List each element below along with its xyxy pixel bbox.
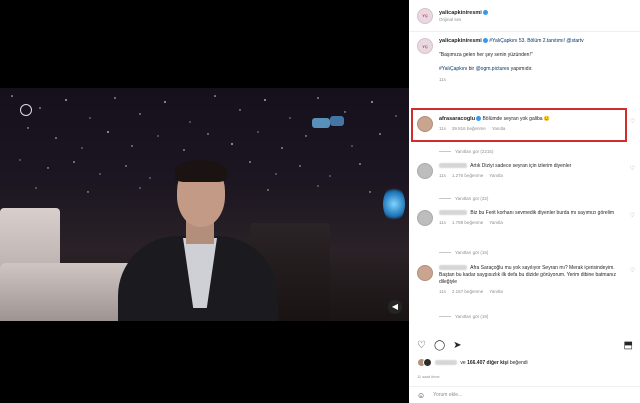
video-player[interactable]: ◀ xyxy=(0,88,409,321)
commenter-avatar[interactable] xyxy=(417,116,433,132)
likes-count[interactable]: 166.407 diğer kişi xyxy=(467,360,508,366)
verified-icon xyxy=(482,38,488,44)
caption-text: bir xyxy=(467,66,476,72)
post-header: YÇ yalicapkiniresmi Orijinal ses xyxy=(409,0,640,32)
commenter-username-blurred[interactable] xyxy=(439,163,467,169)
reply-button[interactable]: Yanıtla xyxy=(489,289,503,294)
profile-avatar[interactable]: YÇ xyxy=(417,38,433,54)
profile-avatar[interactable]: YÇ xyxy=(417,7,433,24)
add-comment-bar: ☺ Yorum ekle... xyxy=(409,386,640,403)
caption-time: 11s xyxy=(439,77,446,82)
hashtag-link[interactable]: #YalıÇapkını xyxy=(439,66,467,72)
comment-text: Artık Diziyi sadece seyran için izlerim … xyxy=(470,163,572,169)
post-time: 11 saat önce xyxy=(417,374,440,379)
view-replies-button[interactable]: Yanıtları gör (2215) xyxy=(439,149,493,154)
post-author-username[interactable]: yalicapkiniresmi xyxy=(439,10,488,16)
cabin-light xyxy=(312,118,330,128)
likes-suffix: beğendi xyxy=(508,359,528,366)
comment-input[interactable]: Yorum ekle... xyxy=(433,392,462,398)
mute-icon[interactable]: ◀ xyxy=(388,300,402,314)
caption: YÇ yalicapkiniresmi #YalıÇapkını 53. Böl… xyxy=(417,38,635,83)
comment-item: Artık Diziyi sadece seyran için izlerim … xyxy=(417,163,637,179)
comment-likes[interactable]: 2.167 beğenme xyxy=(452,289,483,294)
comment-like-icon[interactable]: ♡ xyxy=(630,165,635,172)
blue-light xyxy=(383,186,405,222)
commenter-avatar[interactable] xyxy=(417,210,433,226)
caption-line[interactable]: #YalıÇapkını 53. Bölüm 2.tanıtımı! @star… xyxy=(489,38,583,44)
bookmark-icon[interactable]: ⬒ xyxy=(624,341,633,351)
reply-button[interactable]: Yanıtla xyxy=(489,173,503,178)
reply-button[interactable]: Yanıtla xyxy=(492,126,506,131)
likes-summary: ve 166.407 diğer kişi beğendi xyxy=(417,358,528,367)
caption-username[interactable]: yalicapkiniresmi xyxy=(439,38,482,44)
cabin-light xyxy=(330,116,344,126)
post-actions-bar: ♡ ◯ ➤ ⬒ xyxy=(417,338,637,354)
comment-item: afrasaracoglu Bölümde seyran yok galiba … xyxy=(417,116,637,132)
like-icon[interactable]: ♡ xyxy=(417,341,426,351)
comment-icon[interactable]: ◯ xyxy=(434,341,445,351)
person-hair xyxy=(175,160,227,182)
comment-likes[interactable]: 1.788 beğenme xyxy=(452,220,483,225)
comment-item: Afra Saraçoğlu mu yok sayılıyor Seyran m… xyxy=(417,265,637,295)
post-media[interactable]: ◀ xyxy=(0,0,409,403)
emoji-icon[interactable]: ☺ xyxy=(417,391,425,400)
caption-text: yapımıdır. xyxy=(509,66,533,72)
verified-icon xyxy=(476,116,482,122)
commenter-username-blurred[interactable] xyxy=(439,265,467,271)
view-replies-button[interactable]: Yanıtları gör (15) xyxy=(439,250,488,255)
caption-quote: "Başımıza gelen her şey senin yüzünden!" xyxy=(439,52,533,58)
view-replies-button[interactable]: Yanıtları gör (32) xyxy=(439,196,488,201)
comment-time: 11s xyxy=(439,289,446,294)
comment-time: 11s xyxy=(439,126,446,131)
audio-label[interactable]: Orijinal ses xyxy=(439,17,488,22)
comment-like-icon[interactable]: ♡ xyxy=(630,118,635,125)
comment-likes[interactable]: 39.816 beğenme xyxy=(452,126,486,131)
reply-button[interactable]: Yanıtla xyxy=(489,220,503,225)
comment-time: 11s xyxy=(439,220,446,225)
mention-link[interactable]: @ogm.pictures xyxy=(476,66,510,72)
share-icon[interactable]: ➤ xyxy=(453,341,461,351)
comment-like-icon[interactable]: ♡ xyxy=(630,212,635,219)
comment-text: Biz bu Ferit korhanı sevmedik diyenler b… xyxy=(470,210,615,216)
liker-avatar[interactable] xyxy=(423,358,432,367)
comment-like-icon[interactable]: ♡ xyxy=(630,267,635,274)
liker-username-blurred[interactable] xyxy=(435,359,457,365)
view-replies-button[interactable]: Yanıtları gör (19) xyxy=(439,314,488,319)
comment-text: Bölümde seyran yok galiba 😢 xyxy=(482,116,551,122)
video-options-icon[interactable] xyxy=(20,104,32,116)
car-seat xyxy=(0,263,135,321)
commenter-avatar[interactable] xyxy=(417,163,433,179)
comment-likes[interactable]: 1.276 beğenme xyxy=(452,173,483,178)
comment-item: Biz bu Ferit korhanı sevmedik diyenler b… xyxy=(417,210,637,226)
commenter-avatar[interactable] xyxy=(417,265,433,281)
commenter-username-blurred[interactable] xyxy=(439,210,467,216)
commenter-username[interactable]: afrasaracoglu xyxy=(439,116,475,122)
comment-time: 11s xyxy=(439,173,446,178)
verified-icon xyxy=(482,9,488,15)
post-details-panel: YÇ yalicapkiniresmi Orijinal ses YÇ yali… xyxy=(409,0,640,403)
